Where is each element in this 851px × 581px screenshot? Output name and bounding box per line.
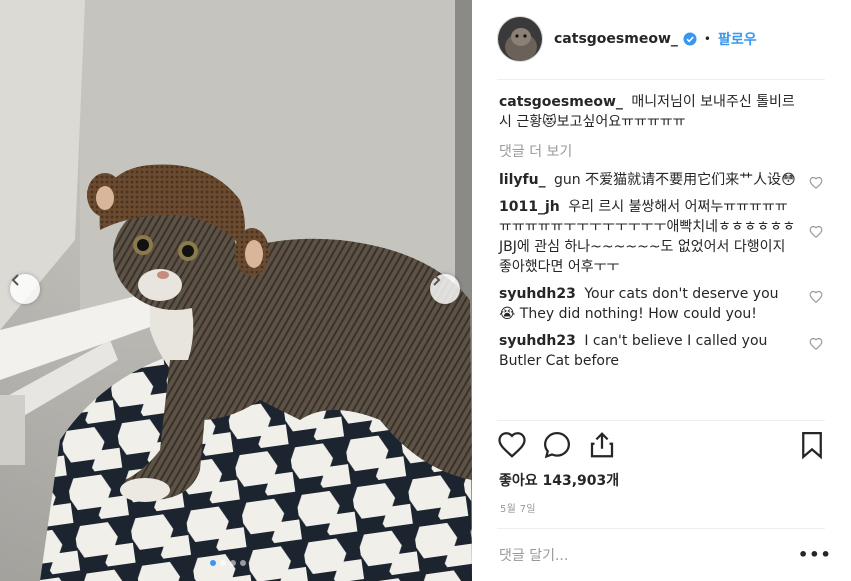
carousel-dot bbox=[210, 560, 216, 566]
bookmark-icon[interactable] bbox=[797, 430, 827, 460]
comment-like-heart-icon[interactable] bbox=[809, 225, 823, 239]
previous-photo-button[interactable] bbox=[10, 274, 40, 304]
comment-item: syuhdh23 I can't believe I called you Bu… bbox=[499, 331, 823, 371]
comment-input-divider bbox=[497, 528, 825, 529]
actions-divider bbox=[497, 420, 825, 421]
comment-text: gun 不爱猫就请不要用它们来艹人设😳 bbox=[554, 172, 796, 188]
post-photo[interactable] bbox=[0, 0, 472, 581]
post-caption: catsgoesmeow_ 매니저님이 보내주신 톨비르시 근황😻보고싶어요ㅠㅠ… bbox=[499, 92, 799, 132]
likes-count[interactable]: 좋아요 143,903개 bbox=[499, 470, 619, 490]
profile-picture bbox=[498, 17, 542, 61]
comment-like-heart-icon[interactable] bbox=[809, 290, 823, 304]
comment-username[interactable]: syuhdh23 bbox=[499, 333, 576, 349]
post-author-username[interactable]: catsgoesmeow_ bbox=[554, 31, 678, 47]
cat-photo-image bbox=[0, 0, 472, 581]
comment-username[interactable]: lilyfu_ bbox=[499, 172, 546, 188]
add-comment-input[interactable]: 댓글 달기... bbox=[499, 545, 568, 565]
heart-icon[interactable] bbox=[497, 430, 527, 460]
header-divider bbox=[497, 79, 825, 80]
verified-badge-icon bbox=[683, 32, 697, 46]
next-photo-button[interactable] bbox=[430, 274, 460, 304]
follow-button[interactable]: 팔로우 bbox=[718, 29, 757, 49]
more-options-button[interactable]: ••• bbox=[798, 545, 832, 564]
post-actions-bar bbox=[497, 430, 827, 464]
post-side-panel: catsgoesmeow_ • 팔로우 catsgoesmeow_ 매니저님이 … bbox=[472, 0, 851, 581]
comment-item: syuhdh23 Your cats don't deserve you 😭 T… bbox=[499, 284, 823, 324]
comment-like-heart-icon[interactable] bbox=[809, 337, 823, 351]
comment-username[interactable]: syuhdh23 bbox=[499, 286, 576, 302]
caption-username[interactable]: catsgoesmeow_ bbox=[499, 94, 623, 110]
chevron-left-icon bbox=[11, 274, 19, 286]
comment-username[interactable]: 1011_jh bbox=[499, 199, 560, 215]
comments-section: catsgoesmeow_ 매니저님이 보내주신 톨비르시 근황😻보고싶어요ㅠㅠ… bbox=[499, 92, 823, 378]
comment-item: 1011_jh 우리 르시 불쌍해서 어쩌누ㅠㅠㅠㅠㅠㅠㅠㅠㅠㅠㅜㅜㅜㅜㅜㅜㅜㅜ… bbox=[499, 197, 823, 277]
carousel-indicator bbox=[210, 560, 246, 566]
chevron-right-icon bbox=[433, 274, 441, 286]
view-more-comments-link[interactable]: 댓글 더 보기 bbox=[499, 142, 799, 162]
header-separator: • bbox=[703, 32, 711, 46]
carousel-dot bbox=[240, 560, 246, 566]
comment-icon[interactable] bbox=[542, 430, 572, 460]
carousel-dot bbox=[220, 560, 226, 566]
post-header: catsgoesmeow_ • 팔로우 bbox=[472, 0, 851, 78]
comment-like-heart-icon[interactable] bbox=[809, 176, 823, 190]
avatar[interactable] bbox=[497, 16, 543, 62]
post-date[interactable]: 5월 7일 bbox=[500, 500, 536, 515]
share-icon[interactable] bbox=[587, 430, 617, 460]
carousel-dot bbox=[230, 560, 236, 566]
comment-item: lilyfu_ gun 不爱猫就请不要用它们来艹人设😳 bbox=[499, 170, 823, 190]
